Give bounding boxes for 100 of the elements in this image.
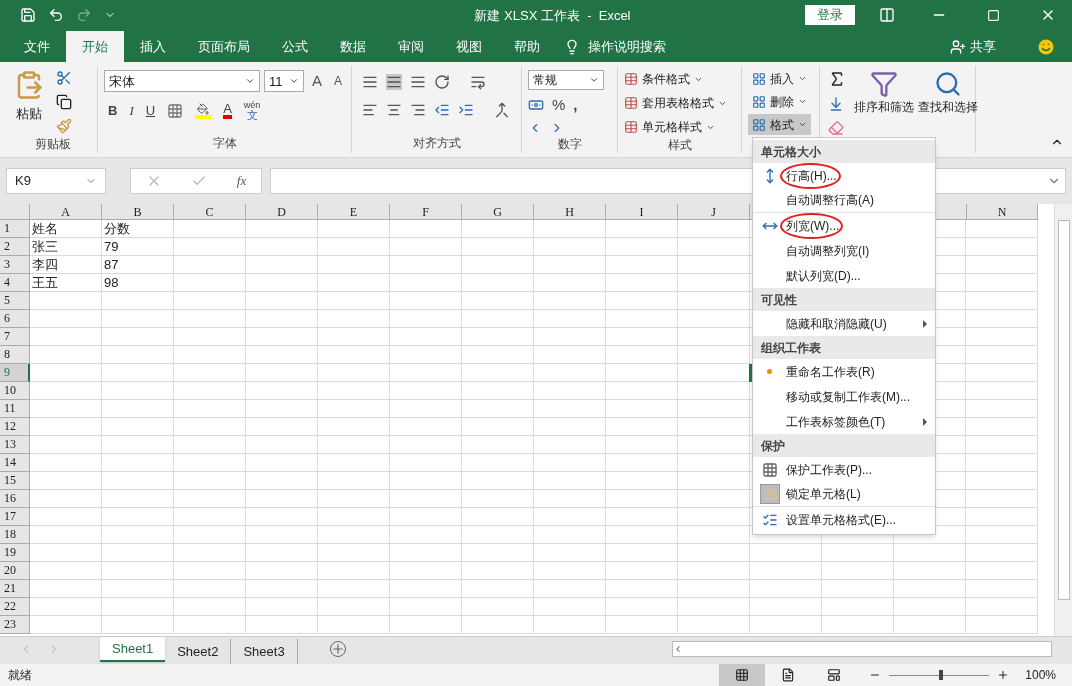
menu-item[interactable]: 默认列宽(D)...	[753, 263, 935, 288]
row-header[interactable]: 7	[0, 328, 30, 346]
align-center-icon[interactable]	[386, 102, 402, 118]
paste-button[interactable]: 粘贴	[16, 104, 42, 124]
menu-item[interactable]: 行高(H)...	[753, 163, 935, 188]
style-button[interactable]: 条件格式	[642, 70, 690, 88]
ribbon-tab[interactable]: 审阅	[382, 31, 440, 62]
menu-item[interactable]: 移动或复制工作表(M)...	[753, 384, 935, 409]
cells-button[interactable]: 格式	[748, 114, 811, 135]
style-button[interactable]: 单元格样式	[642, 118, 702, 136]
column-header[interactable]: I	[606, 204, 678, 219]
bold-button[interactable]: B	[108, 100, 118, 121]
ribbon-tab[interactable]: 开始	[66, 31, 124, 62]
align-bottom-icon[interactable]	[410, 74, 426, 90]
sheet-tab[interactable]: Sheet1	[100, 637, 166, 662]
column-header[interactable]: A	[30, 204, 102, 219]
row-header[interactable]: 14	[0, 454, 30, 472]
row-header[interactable]: 5	[0, 292, 30, 310]
row-header[interactable]: 12	[0, 418, 30, 436]
undo-icon[interactable]	[48, 7, 64, 23]
column-header[interactable]: C	[174, 204, 246, 219]
align-left-icon[interactable]	[362, 102, 378, 118]
view-button[interactable]	[719, 664, 766, 686]
horizontal-scrollbar[interactable]	[672, 641, 1052, 657]
login-button[interactable]: 登录	[805, 5, 855, 25]
align-top-icon[interactable]	[362, 74, 378, 90]
ribbon-tab[interactable]: 公式	[266, 31, 324, 62]
ribbon-tab[interactable]: 页面布局	[182, 31, 266, 62]
name-box[interactable]: K9	[6, 168, 106, 194]
menu-item[interactable]: 重命名工作表(R)	[753, 359, 935, 384]
ribbon-tab[interactable]: 视图	[440, 31, 498, 62]
save-icon[interactable]	[20, 7, 36, 23]
row-header[interactable]: 17	[0, 508, 30, 526]
menu-item[interactable]: 工作表标签颜色(T)	[753, 409, 935, 434]
fill-color-icon[interactable]	[195, 102, 212, 119]
copy-icon[interactable]	[56, 94, 72, 110]
menu-item[interactable]: 保护工作表(P)...	[753, 457, 935, 482]
tell-me-search[interactable]: 操作说明搜索	[588, 36, 666, 57]
orientation-icon[interactable]	[434, 74, 450, 90]
menu-item[interactable]: 自动调整行高(A)	[753, 188, 935, 213]
column-header[interactable]: F	[390, 204, 462, 219]
align-middle-icon[interactable]	[386, 74, 402, 90]
cells-button[interactable]: 删除	[748, 91, 811, 112]
merge-icon[interactable]	[494, 102, 510, 118]
scissors-icon[interactable]	[56, 70, 72, 86]
ribbon-tab[interactable]: 数据	[324, 31, 382, 62]
row-header[interactable]: 9	[0, 364, 30, 382]
row-header[interactable]: 22	[0, 598, 30, 616]
ribbon-display-icon[interactable]	[879, 7, 895, 23]
row-header[interactable]: 19	[0, 544, 30, 562]
menu-item[interactable]: 隐藏和取消隐藏(U)	[753, 311, 935, 336]
wrap-text-icon[interactable]	[470, 74, 486, 90]
scroll-left-icon[interactable]	[673, 644, 683, 654]
ribbon-tab[interactable]: 文件	[8, 31, 66, 62]
font-size-field[interactable]: 11	[264, 70, 304, 93]
menu-item[interactable]: 列宽(W)...	[753, 213, 935, 238]
zoom-slider-thumb[interactable]	[939, 669, 944, 680]
row-header[interactable]: 6	[0, 310, 30, 328]
fill-down-icon[interactable]	[828, 96, 844, 112]
row-header[interactable]: 3	[0, 256, 30, 274]
percent-button[interactable]: %	[552, 94, 566, 117]
cells-button[interactable]: 插入	[748, 68, 811, 89]
borders-icon[interactable]	[167, 102, 184, 119]
column-header[interactable]: B	[102, 204, 174, 219]
row-header[interactable]: 23	[0, 616, 30, 634]
row-header[interactable]: 8	[0, 346, 30, 364]
row-header[interactable]: 20	[0, 562, 30, 580]
sort-filter-button[interactable]: 排序和筛选	[854, 98, 914, 116]
grow-font-button[interactable]: A	[308, 70, 326, 93]
align-right-icon[interactable]	[410, 102, 426, 118]
row-header[interactable]: 18	[0, 526, 30, 544]
style-button[interactable]: 套用表格格式	[642, 94, 714, 112]
underline-button[interactable]: U	[145, 100, 156, 121]
shrink-font-button[interactable]: A	[330, 72, 347, 91]
eraser-icon[interactable]	[828, 120, 844, 136]
indent-increase-icon[interactable]	[458, 102, 474, 118]
ribbon-tab[interactable]: 帮助	[498, 31, 556, 62]
font-color-button[interactable]: A	[223, 102, 232, 119]
zoom-in-icon[interactable]	[997, 669, 1010, 681]
column-header[interactable]: J	[678, 204, 750, 219]
menu-item[interactable]: 锁定单元格(L)	[753, 482, 935, 507]
column-header[interactable]: E	[318, 204, 390, 219]
column-header[interactable]: H	[534, 204, 606, 219]
column-header[interactable]: D	[246, 204, 318, 219]
maximize-icon[interactable]	[987, 8, 1000, 22]
find-select-button[interactable]: 查找和选择	[918, 98, 978, 116]
ribbon-tab[interactable]: 插入	[124, 31, 182, 62]
phonetic-button[interactable]: wén 文	[243, 100, 261, 121]
zoom-level[interactable]: 100%	[1025, 666, 1056, 684]
font-name-field[interactable]: 宋体	[104, 70, 260, 93]
column-header[interactable]: G	[462, 204, 534, 219]
share-link[interactable]: 共享	[970, 36, 996, 57]
number-format-field[interactable]: 常规	[528, 70, 604, 90]
row-header[interactable]: 1	[0, 220, 30, 238]
row-header[interactable]: 16	[0, 490, 30, 508]
menu-item[interactable]: 自动调整列宽(I)	[753, 238, 935, 263]
indent-decrease-icon[interactable]	[434, 102, 450, 118]
row-header[interactable]: 11	[0, 400, 30, 418]
row-header[interactable]: 10	[0, 382, 30, 400]
menu-item[interactable]: 设置单元格格式(E)...	[753, 507, 935, 532]
